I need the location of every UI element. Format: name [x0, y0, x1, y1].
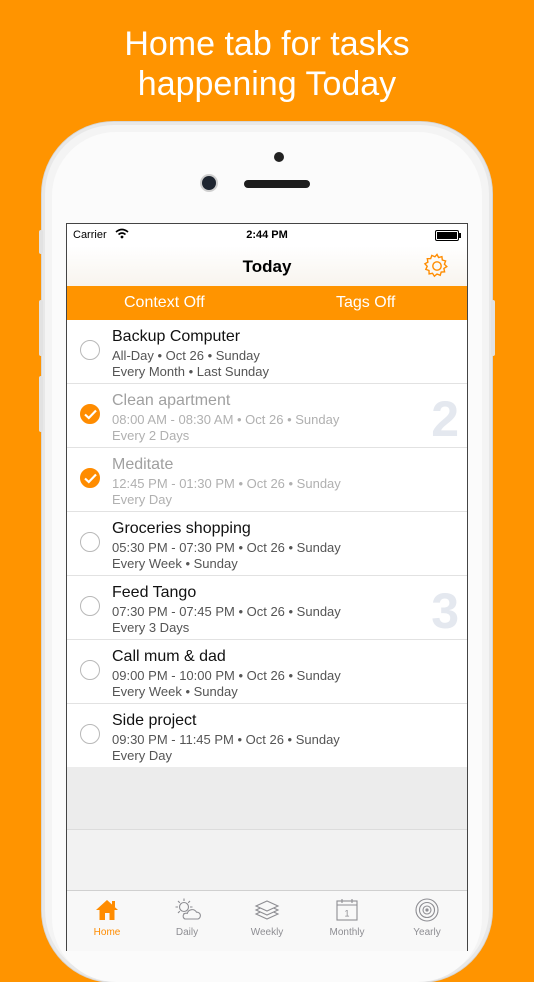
- task-recurrence: Every 3 Days: [112, 620, 190, 635]
- task-title: Side project: [112, 712, 197, 729]
- task-recurrence: Every Day: [112, 748, 172, 763]
- task-title: Backup Computer: [112, 328, 241, 345]
- tab-monthly[interactable]: 1 Monthly: [307, 891, 387, 941]
- proximity-sensor: [274, 152, 284, 162]
- priority-watermark: 2: [431, 391, 459, 447]
- page-title: Today: [242, 257, 292, 276]
- task-title: Clean apartment: [112, 392, 231, 409]
- volume-up-button: [39, 300, 43, 356]
- status-time: 2:44 PM: [246, 229, 288, 241]
- empty-list-area: [67, 767, 467, 830]
- navigation-bar: Today: [67, 246, 467, 286]
- task-row[interactable]: Meditate 12:45 PM - 01:30 PM • Oct 26 • …: [67, 448, 467, 512]
- task-checkbox[interactable]: [80, 724, 100, 744]
- tab-label: Yearly: [413, 927, 441, 938]
- volume-down-button: [39, 376, 43, 432]
- task-schedule: 07:30 PM - 07:45 PM • Oct 26 • Sunday: [112, 604, 341, 619]
- task-row[interactable]: Backup Computer All-Day • Oct 26 • Sunda…: [67, 320, 467, 384]
- task-schedule: 12:45 PM - 01:30 PM • Oct 26 • Sunday: [112, 476, 341, 491]
- battery-icon: [435, 230, 461, 241]
- tab-daily[interactable]: Daily: [147, 891, 227, 941]
- tab-label: Monthly: [329, 927, 365, 938]
- task-schedule: 05:30 PM - 07:30 PM • Oct 26 • Sunday: [112, 540, 341, 555]
- task-checkbox[interactable]: [80, 596, 100, 616]
- task-title: Meditate: [112, 456, 174, 473]
- checkmark-icon: [84, 473, 97, 484]
- checkmark-icon: [84, 409, 97, 420]
- front-camera: [202, 176, 216, 190]
- task-row[interactable]: Call mum & dad 09:00 PM - 10:00 PM • Oct…: [67, 640, 467, 704]
- layers-icon: [254, 900, 280, 920]
- task-recurrence: Every 2 Days: [112, 428, 190, 443]
- task-title: Groceries shopping: [112, 520, 251, 537]
- task-row[interactable]: Feed Tango 07:30 PM - 07:45 PM • Oct 26 …: [67, 576, 467, 640]
- task-schedule: 09:00 PM - 10:00 PM • Oct 26 • Sunday: [112, 668, 341, 683]
- task-row[interactable]: Side project 09:30 PM - 11:45 PM • Oct 2…: [67, 704, 467, 768]
- task-checkbox[interactable]: [80, 532, 100, 552]
- task-title: Call mum & dad: [112, 648, 226, 665]
- gear-icon[interactable]: [423, 252, 451, 280]
- task-recurrence: Every Day: [112, 492, 172, 507]
- tab-label: Home: [93, 927, 121, 938]
- calendar-day: 1: [344, 909, 349, 919]
- task-row[interactable]: Clean apartment 08:00 AM - 08:30 AM • Oc…: [67, 384, 467, 448]
- home-icon: [96, 900, 118, 920]
- task-recurrence: Every Week • Sunday: [112, 684, 238, 699]
- context-filter-button[interactable]: Context Off: [124, 294, 205, 312]
- tags-filter-button[interactable]: Tags Off: [336, 294, 395, 312]
- power-button: [491, 300, 495, 356]
- headline-line-1: Home tab for tasks: [124, 25, 410, 63]
- task-checkbox[interactable]: [80, 468, 100, 488]
- filter-bar: Context Off Tags Off: [67, 286, 467, 320]
- tab-label: Daily: [175, 927, 199, 938]
- sun-cloud-icon: [175, 898, 201, 920]
- headline-line-2: happening Today: [137, 65, 397, 103]
- priority-watermark: 3: [431, 583, 459, 639]
- task-title: Feed Tango: [112, 584, 197, 601]
- task-schedule: 09:30 PM - 11:45 PM • Oct 26 • Sunday: [112, 732, 340, 747]
- task-checkbox[interactable]: [80, 404, 100, 424]
- tab-home[interactable]: Home: [67, 891, 147, 941]
- mute-switch: [39, 230, 43, 254]
- earpiece-speaker: [244, 180, 310, 188]
- tab-weekly[interactable]: Weekly: [227, 891, 307, 941]
- task-list: Backup Computer All-Day • Oct 26 • Sunda…: [67, 320, 467, 768]
- target-icon: [415, 898, 439, 922]
- task-recurrence: Every Month • Last Sunday: [112, 364, 270, 379]
- task-row[interactable]: Groceries shopping 05:30 PM - 07:30 PM •…: [67, 512, 467, 576]
- promo-headline: Home tab for tasks happening Today: [0, 24, 534, 104]
- tab-label: Weekly: [250, 927, 284, 938]
- task-checkbox[interactable]: [80, 340, 100, 360]
- task-schedule: 08:00 AM - 08:30 AM • Oct 26 • Sunday: [112, 412, 340, 427]
- status-bar: Carrier 2:44 PM: [67, 224, 467, 246]
- content-background: [67, 830, 467, 890]
- task-checkbox[interactable]: [80, 660, 100, 680]
- task-schedule: All-Day • Oct 26 • Sunday: [112, 348, 260, 363]
- task-recurrence: Every Week • Sunday: [112, 556, 238, 571]
- tab-bar: Home Daily Weekly 1 Monthly Yearly: [67, 890, 467, 951]
- tab-yearly[interactable]: Yearly: [387, 891, 467, 941]
- app-screen: Carrier 2:44 PM Today Context Off Tags O…: [66, 223, 468, 951]
- calendar-icon: 1: [336, 899, 358, 921]
